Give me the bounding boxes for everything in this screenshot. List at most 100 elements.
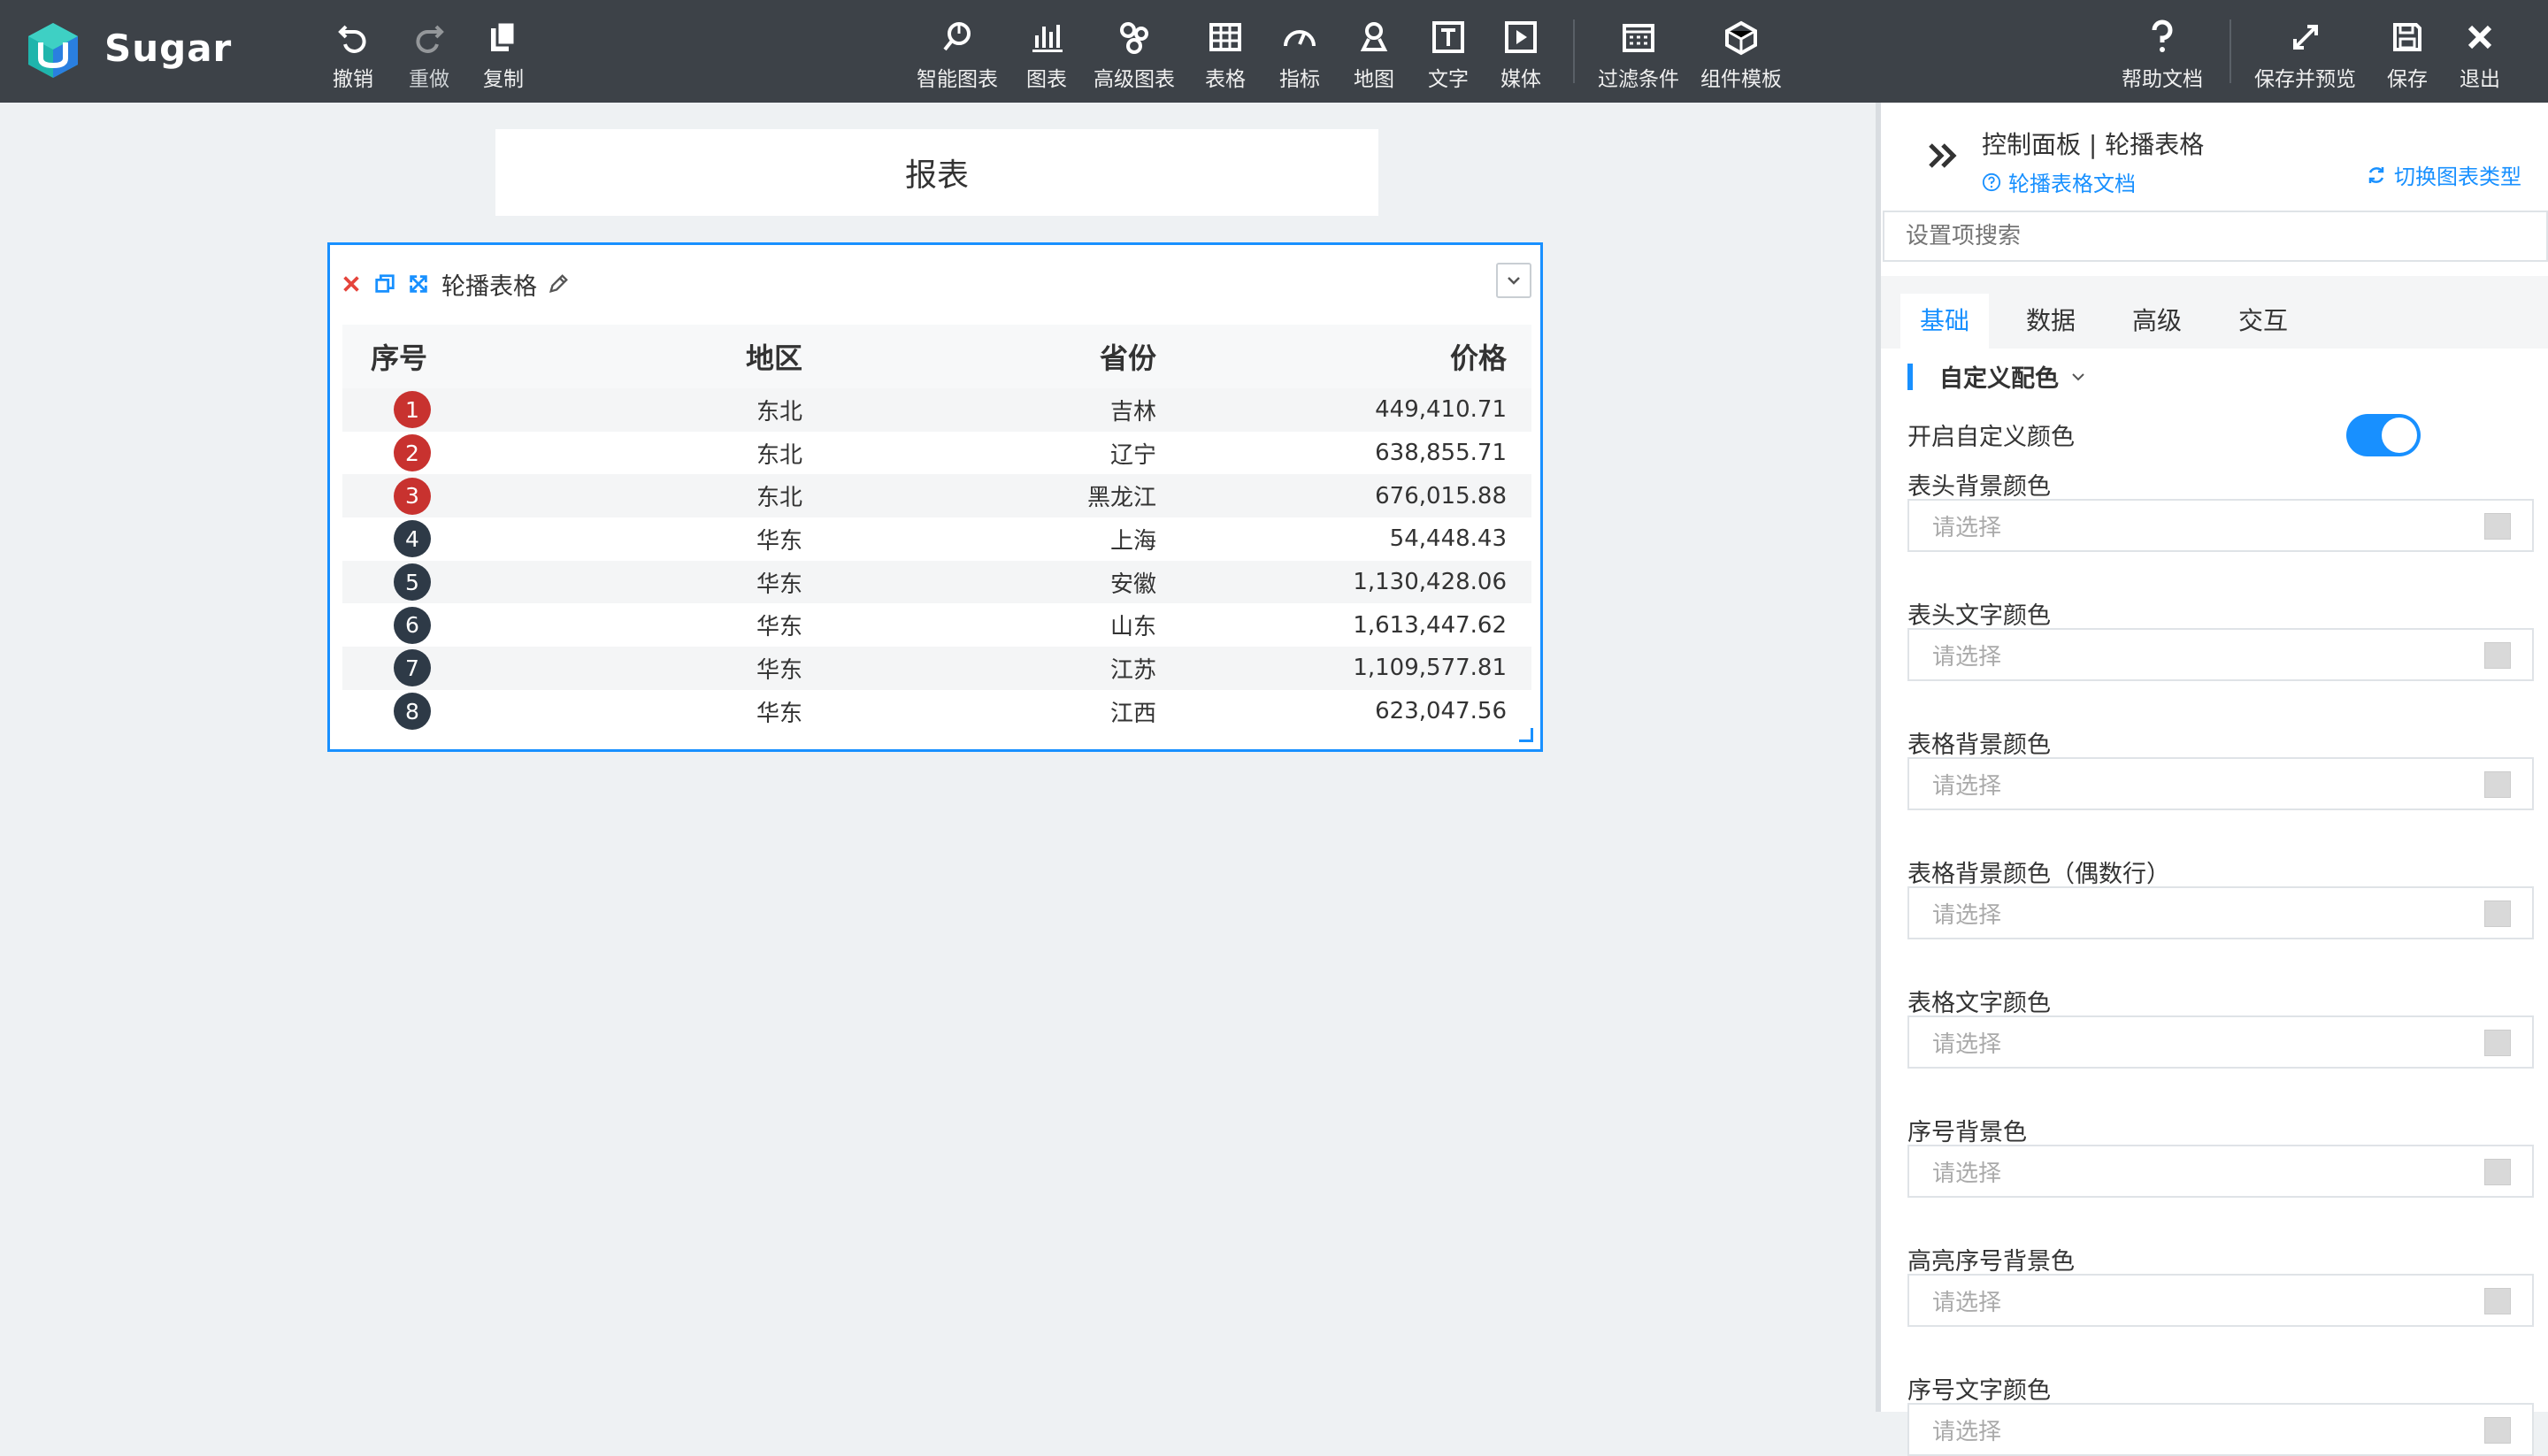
price-cell: 54,448.43 xyxy=(1389,525,1507,553)
index-badge: 8 xyxy=(394,693,431,731)
duplicate-widget-icon[interactable] xyxy=(372,272,397,296)
color-picker-input[interactable]: 请选择 xyxy=(1907,499,2534,552)
redo-button[interactable]: 重做 xyxy=(409,18,449,92)
settings-search-input[interactable] xyxy=(1883,211,2548,262)
resize-handle[interactable] xyxy=(1519,728,1533,742)
color-swatch[interactable] xyxy=(2484,1030,2511,1056)
region-cell: 华东 xyxy=(756,527,802,555)
tab-basic[interactable]: 基础 xyxy=(1900,294,1989,349)
index-badge: 7 xyxy=(394,649,431,687)
region-cell: 华东 xyxy=(756,700,802,727)
header-index: 序号 xyxy=(371,341,428,375)
chart-button[interactable]: 图表 xyxy=(1026,18,1067,92)
index-cell: 5 xyxy=(342,563,572,602)
color-picker-input[interactable]: 请选择 xyxy=(1907,1145,2534,1198)
collapse-panel-icon[interactable] xyxy=(1923,136,1962,175)
color-swatch[interactable] xyxy=(2484,513,2511,540)
index-badge: 3 xyxy=(394,477,431,515)
filter-calendar-icon xyxy=(1619,18,1658,57)
table-label: 表格 xyxy=(1205,68,1246,91)
color-picker-placeholder: 请选择 xyxy=(1932,514,2002,541)
undo-button[interactable]: 撤销 xyxy=(333,18,373,92)
copy-icon xyxy=(484,18,523,57)
tab-interaction[interactable]: 交互 xyxy=(2219,294,2307,349)
metric-button[interactable]: 指标 xyxy=(1279,18,1320,92)
text-button[interactable]: 文字 xyxy=(1428,18,1469,92)
media-icon xyxy=(1501,18,1540,57)
table-button[interactable]: 表格 xyxy=(1205,18,1246,92)
help-docs-button[interactable]: 帮助文档 xyxy=(2122,18,2203,92)
province-cell: 辽宁 xyxy=(1109,441,1156,469)
index-cell: 2 xyxy=(342,434,572,472)
report-title[interactable]: 报表 xyxy=(495,129,1378,216)
color-field-label: 表头文字颜色 xyxy=(1907,602,2051,630)
region-cell: 华东 xyxy=(756,614,802,641)
table-row: 1 东北 吉林 449,410.71 xyxy=(342,388,1531,432)
color-swatch[interactable] xyxy=(2484,642,2511,669)
map-button[interactable]: 地图 xyxy=(1354,18,1394,92)
index-badge: 1 xyxy=(394,391,431,429)
province-cell: 吉林 xyxy=(1109,398,1156,425)
color-field-label: 表格背景颜色（偶数行） xyxy=(1907,861,2170,888)
text-label: 文字 xyxy=(1428,68,1469,91)
toolbar-separator xyxy=(2230,19,2231,83)
media-button[interactable]: 媒体 xyxy=(1500,18,1541,92)
edit-pencil-icon[interactable] xyxy=(546,272,571,296)
filter-button[interactable]: 过滤条件 xyxy=(1598,18,1679,92)
carousel-doc-link[interactable]: 轮播表格文档 xyxy=(1982,166,2136,197)
save-preview-button[interactable]: 保存并预览 xyxy=(2254,18,2356,92)
copy-button[interactable]: 复制 xyxy=(483,18,524,92)
price-cell: 623,047.56 xyxy=(1375,698,1507,725)
tab-advanced[interactable]: 高级 xyxy=(2113,294,2201,349)
color-picker-input[interactable]: 请选择 xyxy=(1907,628,2534,681)
delete-widget-icon[interactable] xyxy=(339,272,364,296)
control-panel: 控制面板 | 轮播表格 轮播表格文档 切换图表类型 基础 数据 高级 交互 自定… xyxy=(1876,103,2548,1456)
color-picker-input[interactable]: 请选择 xyxy=(1907,1403,2534,1456)
switch-chart-type-link[interactable]: 切换图表类型 xyxy=(2366,159,2521,190)
index-badge: 5 xyxy=(394,563,431,602)
table-body: 1 东北 吉林 449,410.71 2 东北 辽宁 638,855.71 3 东北 黑龙江 676,… xyxy=(342,388,1531,733)
color-picker-input[interactable]: 请选择 xyxy=(1907,1274,2534,1327)
color-swatch[interactable] xyxy=(2484,1159,2511,1185)
region-cell: 东北 xyxy=(756,398,802,425)
panel-tabs: 基础 数据 高级 交互 xyxy=(1881,276,2548,349)
map-pin-icon xyxy=(1355,18,1393,57)
toolbar-separator xyxy=(1573,19,1575,83)
template-button[interactable]: 组件模板 xyxy=(1700,18,1782,92)
bar-chart-icon xyxy=(1027,18,1066,57)
fullscreen-widget-icon[interactable] xyxy=(406,272,431,296)
color-picker-placeholder: 请选择 xyxy=(1932,901,2002,929)
tab-data[interactable]: 数据 xyxy=(2007,294,2095,349)
smart-chart-button[interactable]: 智能图表 xyxy=(917,18,998,92)
color-picker-placeholder: 请选择 xyxy=(1932,1418,2002,1445)
enable-custom-color-toggle[interactable] xyxy=(2346,414,2421,456)
save-button[interactable]: 保存 xyxy=(2387,18,2428,92)
header-price: 价格 xyxy=(1449,341,1507,375)
color-swatch[interactable] xyxy=(2484,1417,2511,1444)
price-cell: 1,613,447.62 xyxy=(1353,611,1507,639)
color-picker-input[interactable]: 请选择 xyxy=(1907,1015,2534,1069)
media-label: 媒体 xyxy=(1500,68,1541,91)
table-row: 4 华东 上海 54,448.43 xyxy=(342,517,1531,561)
color-swatch[interactable] xyxy=(2484,771,2511,798)
exit-button[interactable]: 退出 xyxy=(2460,18,2500,92)
province-cell: 上海 xyxy=(1109,527,1156,555)
region-cell: 东北 xyxy=(756,485,802,512)
color-swatch[interactable] xyxy=(2484,1288,2511,1314)
header-region: 地区 xyxy=(745,341,802,375)
custom-color-group[interactable]: 自定义配色 xyxy=(1907,359,2087,394)
color-picker-placeholder: 请选择 xyxy=(1932,643,2002,671)
color-picker-input[interactable]: 请选择 xyxy=(1907,886,2534,939)
carousel-table-widget[interactable]: 轮播表格 序号 地区 省份 价格 1 东北 吉林 449,410.71 2 东北 辽宁 638… xyxy=(327,242,1543,752)
region-cell: 东北 xyxy=(756,441,802,469)
province-cell: 山东 xyxy=(1109,614,1156,641)
price-cell: 638,855.71 xyxy=(1375,440,1507,467)
advanced-chart-button[interactable]: 高级图表 xyxy=(1094,18,1175,92)
help-icon xyxy=(2143,18,2182,57)
color-picker-input[interactable]: 请选择 xyxy=(1907,757,2534,810)
color-field-label: 序号背景色 xyxy=(1907,1119,2027,1146)
color-swatch[interactable] xyxy=(2484,900,2511,927)
index-cell: 1 xyxy=(342,391,572,429)
widget-menu-dropdown[interactable] xyxy=(1496,263,1531,298)
province-cell: 安徽 xyxy=(1109,571,1156,598)
